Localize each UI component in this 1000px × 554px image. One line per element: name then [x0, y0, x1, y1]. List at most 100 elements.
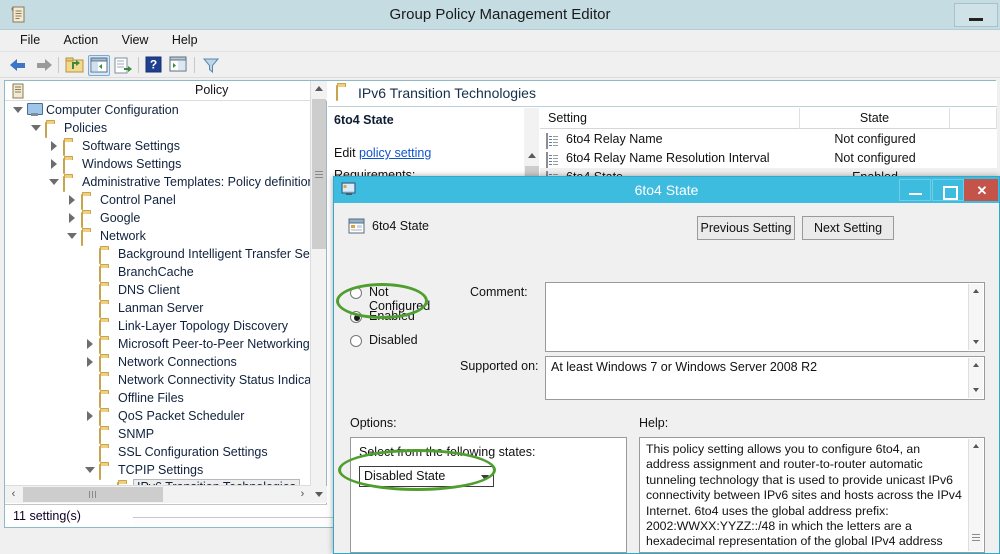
- tree-scroll-thumb[interactable]: [312, 99, 326, 249]
- tree-node[interactable]: Administrative Templates: Policy definit…: [5, 173, 311, 192]
- help-label: Help:: [639, 416, 669, 430]
- dialog-minimize-button[interactable]: [899, 179, 931, 201]
- tree-node[interactable]: Network Connections: [5, 353, 311, 372]
- next-setting-button[interactable]: Next Setting: [802, 216, 894, 240]
- tree-node[interactable]: Background Intelligent Transfer Ser: [5, 245, 311, 264]
- column-header-setting[interactable]: Setting: [540, 108, 800, 129]
- tree-node[interactable]: BranchCache: [5, 263, 311, 282]
- comment-scroll-down-button[interactable]: [969, 335, 984, 350]
- table-cell-setting: 6to4 Relay Name: [566, 132, 663, 146]
- comment-scroll-up-button[interactable]: [969, 284, 984, 299]
- tree-hscroll-right-button[interactable]: ›: [294, 486, 311, 503]
- tree-collapse-toggle-icon[interactable]: [31, 123, 41, 133]
- folder-icon: [63, 139, 78, 156]
- help-scroll-up-button[interactable]: [969, 439, 984, 454]
- folder-icon: [99, 463, 114, 480]
- tree-collapse-toggle-icon[interactable]: [13, 105, 23, 115]
- tree-node[interactable]: Software Settings: [5, 137, 311, 156]
- tree-node[interactable]: Control Panel: [5, 191, 311, 210]
- edit-prefix-label: Edit: [334, 146, 356, 160]
- tree-expand-toggle-icon[interactable]: [49, 141, 59, 151]
- tree-node[interactable]: Microsoft Peer-to-Peer Networking: [5, 335, 311, 354]
- state-dropdown[interactable]: Disabled State: [359, 466, 494, 487]
- help-scroll-thumb[interactable]: [972, 534, 980, 541]
- tree-node[interactable]: Windows Settings: [5, 155, 311, 174]
- tree-scroll-down-button[interactable]: [311, 486, 327, 503]
- tree-scroll-up-button[interactable]: [311, 81, 327, 98]
- help-panel: This policy setting allows you to config…: [639, 437, 985, 553]
- tree-node[interactable]: SSL Configuration Settings: [5, 443, 311, 462]
- folder-icon: [99, 355, 114, 372]
- tree-header-icon: [11, 83, 27, 99]
- tree-node[interactable]: SNMP: [5, 425, 311, 444]
- help-paragraph-1: This policy setting allows you to config…: [646, 442, 962, 552]
- tree-node-label: DNS Client: [118, 283, 180, 297]
- tree-collapse-toggle-icon[interactable]: [67, 231, 77, 241]
- tree-node[interactable]: Google: [5, 209, 311, 228]
- state-dropdown-value: Disabled State: [364, 469, 446, 483]
- export-list-icon[interactable]: [112, 55, 134, 76]
- tree-node[interactable]: Network: [5, 227, 311, 246]
- back-arrow-icon[interactable]: [8, 55, 30, 76]
- folder-icon: [99, 427, 114, 444]
- properties-icon[interactable]: [168, 55, 190, 76]
- supported-on-label: Supported on:: [460, 359, 539, 373]
- menu-item-file[interactable]: File: [10, 30, 50, 50]
- menu-item-view[interactable]: View: [112, 30, 159, 50]
- filter-icon[interactable]: [200, 55, 222, 76]
- table-cell-setting: 6to4 Relay Name Resolution Interval: [566, 151, 770, 165]
- tree-expand-toggle-icon[interactable]: [85, 411, 95, 421]
- show-hide-tree-icon[interactable]: [88, 55, 110, 76]
- up-folder-icon[interactable]: [64, 55, 86, 76]
- folder-icon: [99, 301, 114, 318]
- toolbar: ?: [0, 52, 1000, 78]
- forward-arrow-icon[interactable]: [32, 55, 54, 76]
- dialog-maximize-button[interactable]: [932, 179, 964, 201]
- dialog-close-button[interactable]: [964, 179, 999, 202]
- tree-expand-toggle-icon[interactable]: [85, 339, 95, 349]
- window-minimize-button[interactable]: [954, 3, 998, 27]
- tree-node[interactable]: Computer Configuration: [5, 101, 311, 119]
- edit-policy-setting-link[interactable]: policy setting: [359, 146, 431, 160]
- supported-scrollbar[interactable]: [968, 358, 983, 398]
- tree-node[interactable]: TCPIP Settings: [5, 461, 311, 480]
- tree-hscroll-thumb[interactable]: [23, 487, 163, 502]
- menu-item-action[interactable]: Action: [54, 30, 109, 50]
- supported-scroll-up-button[interactable]: [969, 358, 984, 373]
- comment-textarea[interactable]: [545, 282, 985, 352]
- radio-label-enabled: Enabled: [369, 309, 415, 323]
- tree-hscroll-left-button[interactable]: ‹: [5, 486, 22, 503]
- setting-icon: [348, 218, 365, 234]
- tree-expand-toggle-icon[interactable]: [49, 159, 59, 169]
- menu-item-help[interactable]: Help: [162, 30, 208, 50]
- supported-scroll-down-button[interactable]: [969, 383, 984, 398]
- help-scrollbar[interactable]: [968, 439, 983, 551]
- column-header-extra[interactable]: [950, 108, 997, 129]
- tree-node-label: SNMP: [118, 427, 155, 441]
- help-icon[interactable]: ?: [144, 55, 166, 76]
- tree-node[interactable]: Policies: [5, 119, 311, 138]
- tree-node[interactable]: Network Connectivity Status Indica: [5, 371, 311, 390]
- tree-expand-toggle-icon[interactable]: [85, 357, 95, 367]
- tree-node[interactable]: Offline Files: [5, 389, 311, 408]
- column-header-state[interactable]: State: [800, 108, 950, 129]
- comment-scrollbar[interactable]: [968, 284, 983, 350]
- tree-node-label: Windows Settings: [82, 157, 182, 171]
- tree-node[interactable]: Lanman Server: [5, 299, 311, 318]
- tree-node-label: Microsoft Peer-to-Peer Networking: [118, 337, 310, 351]
- tree-collapse-toggle-icon[interactable]: [85, 465, 95, 475]
- folder-icon: [45, 121, 60, 138]
- tree-node[interactable]: Link-Layer Topology Discovery: [5, 317, 311, 336]
- folder-icon: [63, 175, 78, 192]
- tree-vertical-scrollbar[interactable]: [310, 81, 327, 503]
- table-row[interactable]: 6to4 Relay Name Not configured: [540, 130, 997, 149]
- previous-setting-button[interactable]: Previous Setting: [697, 216, 795, 240]
- tree-expand-toggle-icon[interactable]: [67, 213, 77, 223]
- tree-horizontal-scrollbar[interactable]: ‹ ›: [5, 485, 311, 503]
- tree-node[interactable]: DNS Client: [5, 281, 311, 300]
- tree-collapse-toggle-icon[interactable]: [49, 177, 59, 187]
- tree-node[interactable]: QoS Packet Scheduler: [5, 407, 311, 426]
- details-scroll-up-button[interactable]: [524, 148, 540, 165]
- table-row[interactable]: 6to4 Relay Name Resolution Interval Not c…: [540, 149, 997, 168]
- tree-expand-toggle-icon[interactable]: [67, 195, 77, 205]
